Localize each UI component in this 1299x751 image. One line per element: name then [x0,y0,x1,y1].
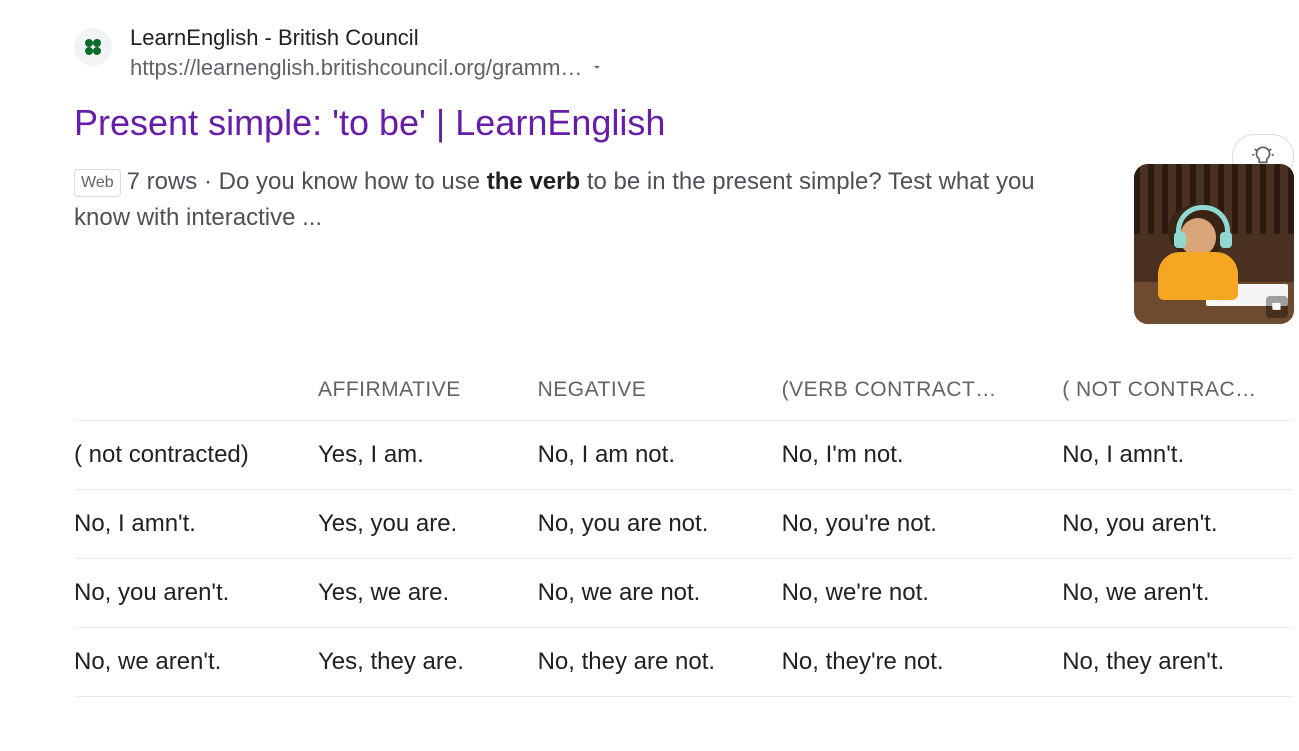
table-cell: No, you're not. [782,490,1063,559]
result-title-link[interactable]: Present simple: 'to be' | LearnEnglish [74,101,1294,144]
table-header: AFFIRMATIVE [318,364,538,421]
table-cell: No, we're not. [782,559,1063,628]
table-header: NEGATIVE [538,364,782,421]
table-cell: No, you are not. [538,490,782,559]
site-favicon [74,28,112,66]
result-snippet: Web7 rows · Do you know how to use the v… [74,164,1134,236]
result-table: AFFIRMATIVE NEGATIVE (VERB CONTRACT… ( N… [74,364,1294,697]
snippet-text-prefix: 7 rows · Do you know how to use [127,168,487,195]
table-cell: ( not contracted) [74,421,318,490]
table-cell: No, we aren't. [1062,559,1294,628]
table-cell: No, we are not. [538,559,782,628]
table-row: ( not contracted) Yes, I am. No, I am no… [74,421,1294,490]
table-row: No, we aren't. Yes, they are. No, they a… [74,628,1294,697]
snippet-text-bold: the verb [487,168,580,195]
table-cell: Yes, they are. [318,628,538,697]
table-cell: Yes, I am. [318,421,538,490]
site-name: LearnEnglish - British Council [130,24,604,52]
search-result: LearnEnglish - British Council https://l… [74,24,1294,697]
table-cell: No, you aren't. [74,559,318,628]
table-header: (VERB CONTRACT… [782,364,1063,421]
image-search-icon [1266,296,1288,318]
table-cell: No, we aren't. [74,628,318,697]
table-cell: No, I amn't. [74,490,318,559]
chevron-down-icon [590,60,604,74]
table-row: No, I amn't. Yes, you are. No, you are n… [74,490,1294,559]
table-cell: No, you aren't. [1062,490,1294,559]
web-chip: Web [74,169,121,197]
table-cell: Yes, we are. [318,559,538,628]
table-header: ( NOT CONTRAC… [1062,364,1294,421]
site-url[interactable]: https://learnenglish.britishcouncil.org/… [130,54,582,82]
table-cell: Yes, you are. [318,490,538,559]
table-cell: No, they are not. [538,628,782,697]
result-header: LearnEnglish - British Council https://l… [74,24,1294,81]
table-cell: No, I amn't. [1062,421,1294,490]
table-cell: No, I am not. [538,421,782,490]
table-cell: No, they aren't. [1062,628,1294,697]
table-header-row: AFFIRMATIVE NEGATIVE (VERB CONTRACT… ( N… [74,364,1294,421]
url-options-button[interactable] [590,60,604,74]
table-header [74,364,318,421]
table-row: No, you aren't. Yes, we are. No, we are … [74,559,1294,628]
result-thumbnail[interactable] [1134,164,1294,324]
table-cell: No, I'm not. [782,421,1063,490]
table-cell: No, they're not. [782,628,1063,697]
favicon-icon [81,35,105,59]
